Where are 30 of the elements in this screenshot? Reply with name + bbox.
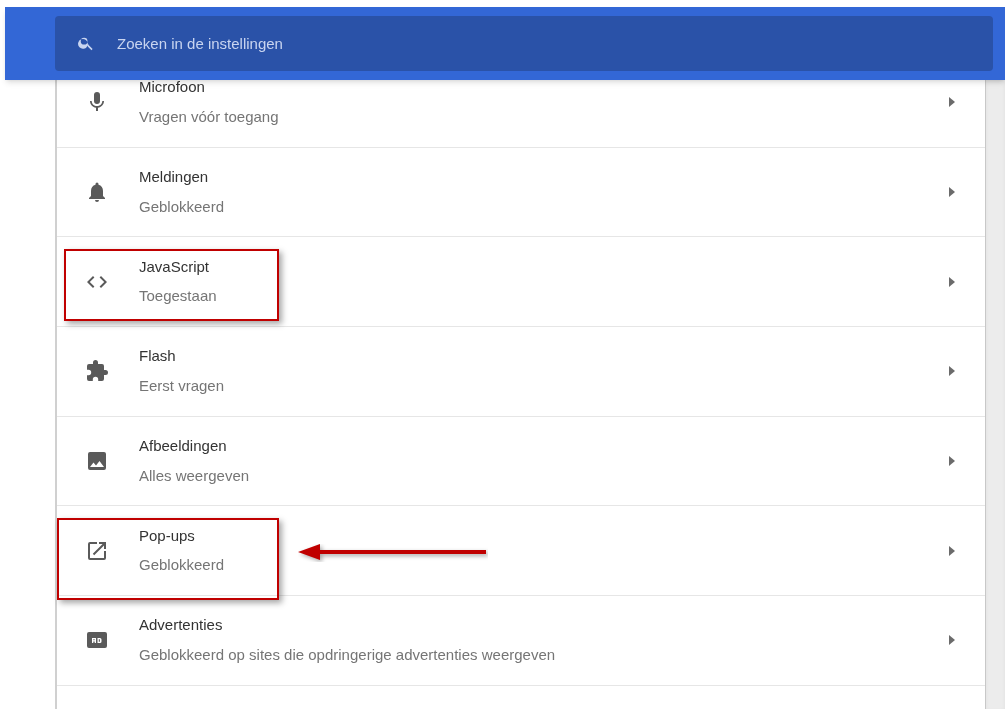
caret-icon	[949, 187, 955, 198]
setting-title: JavaScript	[139, 256, 211, 277]
caret-icon	[949, 635, 955, 646]
setting-title: Microfoon	[139, 80, 206, 98]
search-field[interactable]: Zoeken in de instellingen	[55, 16, 993, 71]
caret-icon	[949, 276, 955, 287]
settings-row[interactable]: JavaScript Toegestaan	[57, 237, 985, 328]
caret-icon	[949, 366, 955, 377]
setting-status: Vragen vóór toegang	[139, 106, 279, 127]
setting-title: Meldingen	[139, 167, 210, 188]
settings-row[interactable]: Advertenties Geblokkeerd op sites die opdringerige advertenties weergeven	[57, 596, 985, 686]
caret-icon	[949, 545, 955, 556]
settings-row[interactable]: Flash Eerst vragen	[57, 327, 985, 417]
settings-row[interactable]: Afbeeldingen Alles weergeven	[57, 416, 985, 507]
setting-status: Toegestaan	[139, 286, 217, 307]
setting-title: Afbeeldingen	[139, 436, 228, 457]
setting-title: Advertenties	[139, 615, 224, 636]
setting-status: Alles weergeven	[139, 465, 250, 486]
setting-title: Pop-ups	[139, 525, 196, 546]
setting-status: Geblokkeerd	[139, 555, 225, 576]
setting-status: Eerst vragen	[139, 375, 225, 396]
caret-icon	[949, 456, 955, 467]
settings-row[interactable]: Meldingen Geblokkeerd	[57, 147, 985, 238]
settings-row[interactable]: Pop-ups Geblokkeerd	[57, 506, 985, 597]
caret-icon	[949, 97, 955, 108]
setting-status: Geblokkeerd	[139, 196, 225, 217]
setting-title: Flash	[139, 346, 177, 367]
setting-status: Geblokkeerd op sites die opdringerige advertenties weergeven	[139, 644, 556, 665]
puzzle-piece-icon	[85, 359, 109, 384]
settings-row[interactable]: Microfoon Vragen vóór toegang	[57, 80, 985, 148]
